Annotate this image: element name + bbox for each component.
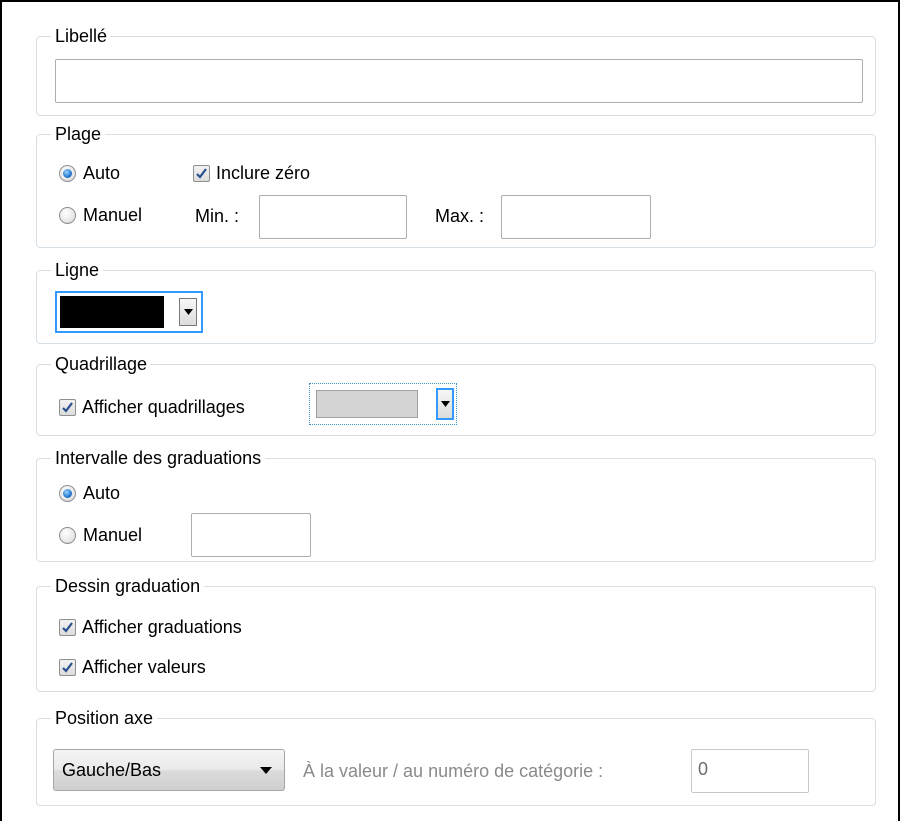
- group-plage-title: Plage: [51, 123, 106, 145]
- intervalle-manuel-label: Manuel: [83, 525, 143, 545]
- afficher-quadrillages-label: Afficher quadrillages: [82, 397, 245, 417]
- checkbox-checked-icon: [193, 165, 210, 182]
- radio-unselected-icon: [59, 207, 76, 224]
- min-label: Min. :: [195, 206, 240, 226]
- quadrillage-color-dropdown-button[interactable]: [436, 388, 454, 420]
- checkbox-checked-icon: [59, 399, 76, 416]
- position-axe-select-value: Gauche/Bas: [62, 760, 162, 780]
- group-plage: Plage Auto Inclure zéro Manuel Min. : Ma…: [36, 123, 876, 248]
- quadrillage-color-picker[interactable]: [309, 383, 457, 425]
- chevron-down-icon: [260, 767, 272, 774]
- max-input[interactable]: [501, 195, 651, 239]
- group-ligne: Ligne: [36, 259, 876, 344]
- chevron-down-icon: [440, 401, 450, 407]
- group-libelle-title: Libellé: [51, 25, 112, 47]
- group-ligne-title: Ligne: [51, 259, 104, 281]
- group-libelle: Libellé: [36, 25, 876, 116]
- intervalle-manuel-radio[interactable]: Manuel: [59, 525, 142, 546]
- ligne-color-picker[interactable]: [55, 291, 203, 333]
- afficher-graduations-checkbox[interactable]: Afficher graduations: [59, 617, 242, 638]
- afficher-quadrillages-checkbox[interactable]: Afficher quadrillages: [59, 397, 245, 418]
- group-intervalle-title: Intervalle des graduations: [51, 447, 266, 469]
- afficher-valeurs-checkbox[interactable]: Afficher valeurs: [59, 657, 206, 678]
- libelle-input[interactable]: [55, 59, 863, 103]
- afficher-valeurs-label: Afficher valeurs: [82, 657, 206, 677]
- axis-properties-panel: Libellé Plage Auto Inclure zéro Manuel M…: [0, 0, 900, 821]
- group-position-title: Position axe: [51, 707, 158, 729]
- afficher-graduations-label: Afficher graduations: [82, 617, 242, 637]
- quadrillage-color-swatch: [316, 390, 418, 418]
- checkbox-checked-icon: [59, 659, 76, 676]
- ligne-color-swatch: [60, 296, 164, 328]
- radio-unselected-icon: [59, 527, 76, 544]
- group-intervalle: Intervalle des graduations Auto Manuel: [36, 447, 876, 562]
- intervalle-auto-radio[interactable]: Auto: [59, 483, 120, 504]
- intervalle-manuel-input[interactable]: [191, 513, 311, 557]
- group-dessin: Dessin graduation Afficher graduations A…: [36, 575, 876, 692]
- radio-selected-icon: [59, 165, 76, 182]
- group-position: Position axe Gauche/Bas À la valeur / au…: [36, 707, 876, 806]
- position-axe-select[interactable]: Gauche/Bas: [53, 749, 285, 791]
- max-label: Max. :: [435, 206, 485, 226]
- position-value-label: À la valeur / au numéro de catégorie :: [303, 761, 604, 781]
- plage-auto-radio[interactable]: Auto: [59, 163, 120, 184]
- inclure-zero-label: Inclure zéro: [216, 163, 311, 183]
- inclure-zero-checkbox[interactable]: Inclure zéro: [193, 163, 310, 184]
- radio-selected-icon: [59, 485, 76, 502]
- checkbox-checked-icon: [59, 619, 76, 636]
- plage-auto-label: Auto: [83, 163, 121, 183]
- min-input[interactable]: [259, 195, 407, 239]
- position-value-input[interactable]: 0: [691, 749, 809, 793]
- intervalle-auto-label: Auto: [83, 483, 121, 503]
- group-quadrillage: Quadrillage Afficher quadrillages: [36, 353, 876, 436]
- plage-manuel-label: Manuel: [83, 205, 143, 225]
- plage-manuel-radio[interactable]: Manuel: [59, 205, 142, 226]
- chevron-down-icon: [183, 309, 193, 315]
- ligne-color-dropdown-button[interactable]: [179, 298, 197, 326]
- group-dessin-title: Dessin graduation: [51, 575, 205, 597]
- group-quadrillage-title: Quadrillage: [51, 353, 152, 375]
